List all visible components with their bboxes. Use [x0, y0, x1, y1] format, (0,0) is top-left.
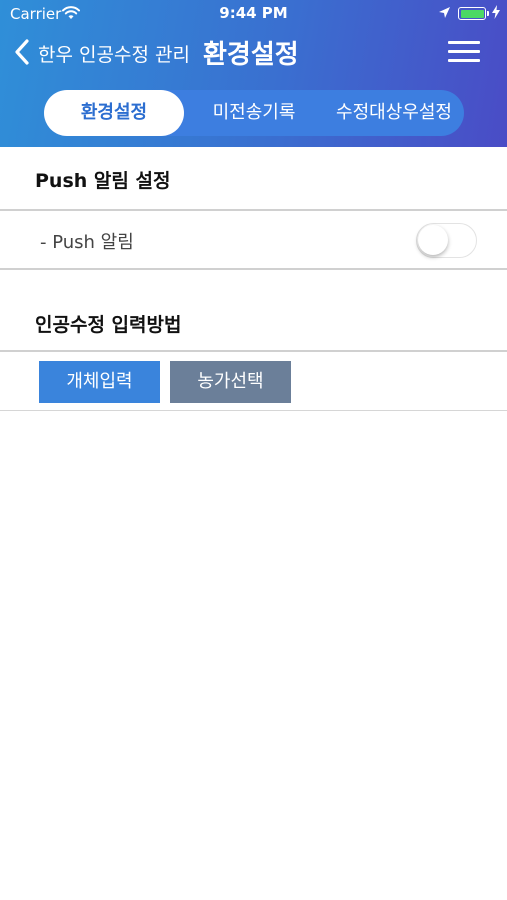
- segmented-control: 환경설정 미전송기록 수정대상우설정: [44, 90, 464, 136]
- tab-target-cattle-settings[interactable]: 수정대상우설정: [324, 90, 464, 136]
- charging-bolt-icon: [492, 5, 500, 19]
- header: Carrier 9:44 PM 한우 인공수정 관리 환경설정 환경설정 미전송…: [0, 0, 507, 147]
- divider: [0, 268, 507, 270]
- hamburger-menu-icon[interactable]: [448, 41, 480, 63]
- push-toggle[interactable]: [416, 223, 477, 258]
- page-title: 환경설정: [203, 40, 299, 70]
- push-section-title: Push 알림 설정: [35, 170, 171, 192]
- battery-icon: [458, 7, 486, 20]
- status-time: 9:44 PM: [219, 4, 288, 22]
- farm-select-button[interactable]: 농가선택: [170, 361, 291, 403]
- chevron-left-icon[interactable]: [14, 39, 30, 65]
- toggle-knob: [418, 225, 448, 255]
- tab-unsent-records[interactable]: 미전송기록: [192, 90, 316, 136]
- battery-nub: [487, 11, 489, 16]
- push-row-label: - Push 알림: [40, 232, 134, 253]
- tab-settings[interactable]: 환경설정: [44, 90, 184, 136]
- back-button[interactable]: 한우 인공수정 관리: [38, 40, 190, 67]
- divider: [0, 209, 507, 211]
- location-arrow-icon: [439, 7, 450, 18]
- individual-input-button[interactable]: 개체입력: [39, 361, 160, 403]
- divider: [0, 350, 507, 352]
- input-method-section-title: 인공수정 입력방법: [35, 314, 182, 336]
- divider: [0, 410, 507, 411]
- status-bar: Carrier 9:44 PM: [0, 0, 507, 28]
- navigation-bar: 한우 인공수정 관리 환경설정: [0, 28, 507, 78]
